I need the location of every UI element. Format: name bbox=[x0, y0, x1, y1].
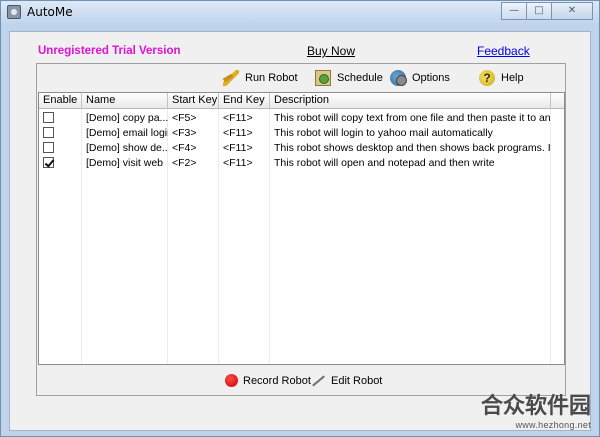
maximize-button[interactable]: □ bbox=[526, 2, 552, 20]
edit-robot-button[interactable]: Edit Robot bbox=[310, 374, 382, 388]
toolbar: Run Robot Schedule Options ? Help bbox=[37, 64, 565, 92]
client-area: Unregistered Trial Version Buy Now Feedb… bbox=[9, 31, 591, 431]
watermark: 合众软件园 www.hezhong.net bbox=[481, 388, 591, 430]
end-key: <F11> bbox=[223, 142, 253, 154]
run-robot-button[interactable]: Run Robot bbox=[223, 70, 298, 86]
enable-checkbox[interactable] bbox=[43, 142, 54, 153]
trial-label: Unregistered Trial Version bbox=[38, 45, 181, 57]
enable-checkbox[interactable] bbox=[43, 157, 54, 168]
robot-panel: Run Robot Schedule Options ? Help Enable bbox=[36, 63, 566, 396]
app-icon bbox=[7, 5, 21, 19]
end-key: <F11> bbox=[223, 112, 253, 124]
options-label: Options bbox=[412, 72, 450, 84]
window-controls: — □ ✕ bbox=[501, 2, 593, 20]
table-row[interactable]: [Demo] show de... <F4> <F11> This robot … bbox=[39, 141, 564, 156]
buy-now-link[interactable]: Buy Now bbox=[307, 44, 355, 58]
column-header-description[interactable]: Description bbox=[270, 93, 551, 109]
start-key: <F5> bbox=[172, 112, 197, 124]
title-bar[interactable]: AutoMe — □ ✕ bbox=[1, 1, 599, 23]
feedback-link[interactable]: Feedback bbox=[477, 44, 530, 58]
robot-name: [Demo] visit web bbox=[86, 157, 164, 169]
table-row[interactable]: [Demo] visit web <F2> <F11> This robot w… bbox=[39, 156, 564, 171]
list-header: Enable Name Start Key End Key Descriptio… bbox=[39, 93, 564, 109]
minimize-button[interactable]: — bbox=[501, 2, 527, 20]
options-button[interactable]: Options bbox=[390, 70, 450, 86]
schedule-icon bbox=[315, 70, 331, 86]
help-icon: ? bbox=[479, 70, 495, 86]
close-button[interactable]: ✕ bbox=[551, 2, 593, 20]
record-icon bbox=[225, 374, 238, 387]
robot-list[interactable]: Enable Name Start Key End Key Descriptio… bbox=[38, 92, 565, 365]
help-button[interactable]: ? Help bbox=[479, 70, 524, 86]
record-robot-label: Record Robot bbox=[243, 374, 311, 387]
start-key: <F3> bbox=[172, 127, 197, 139]
start-key: <F2> bbox=[172, 157, 197, 169]
column-header-end-key[interactable]: End Key bbox=[219, 93, 270, 109]
help-label: Help bbox=[501, 72, 524, 84]
run-robot-label: Run Robot bbox=[245, 72, 298, 84]
table-row[interactable]: [Demo] email login <F3> <F11> This robot… bbox=[39, 126, 564, 141]
enable-checkbox[interactable] bbox=[43, 127, 54, 138]
schedule-label: Schedule bbox=[337, 72, 383, 84]
enable-checkbox[interactable] bbox=[43, 112, 54, 123]
start-key: <F4> bbox=[172, 142, 197, 154]
record-robot-button[interactable]: Record Robot bbox=[225, 374, 311, 387]
run-robot-icon bbox=[223, 70, 239, 86]
end-key: <F11> bbox=[223, 157, 253, 169]
robot-description: This robot will login to yahoo mail auto… bbox=[274, 127, 493, 139]
schedule-button[interactable]: Schedule bbox=[315, 70, 383, 86]
robot-name: [Demo] show de... bbox=[86, 142, 168, 154]
watermark-text: 合众软件园 bbox=[480, 394, 591, 419]
options-icon bbox=[390, 70, 407, 86]
pencil-icon bbox=[310, 374, 326, 388]
robot-description: This robot will copy text from one file … bbox=[274, 112, 551, 124]
watermark-url: www.hezhong.net bbox=[515, 420, 591, 430]
robot-description: This robot shows desktop and then shows … bbox=[274, 142, 551, 154]
column-header-start-key[interactable]: Start Key bbox=[168, 93, 219, 109]
end-key: <F11> bbox=[223, 127, 253, 139]
robot-name: [Demo] email login bbox=[86, 127, 168, 139]
edit-robot-label: Edit Robot bbox=[331, 375, 383, 387]
table-row[interactable]: [Demo] copy pa... <F5> <F11> This robot … bbox=[39, 111, 564, 126]
column-header-name[interactable]: Name bbox=[82, 93, 168, 109]
column-header-enable[interactable]: Enable bbox=[39, 93, 82, 109]
robot-description: This robot will open and notepad and the… bbox=[274, 157, 495, 169]
app-window: AutoMe — □ ✕ Unregistered Trial Version … bbox=[0, 0, 600, 437]
robot-name: [Demo] copy pa... bbox=[86, 112, 168, 124]
window-title: AutoMe bbox=[27, 5, 73, 19]
